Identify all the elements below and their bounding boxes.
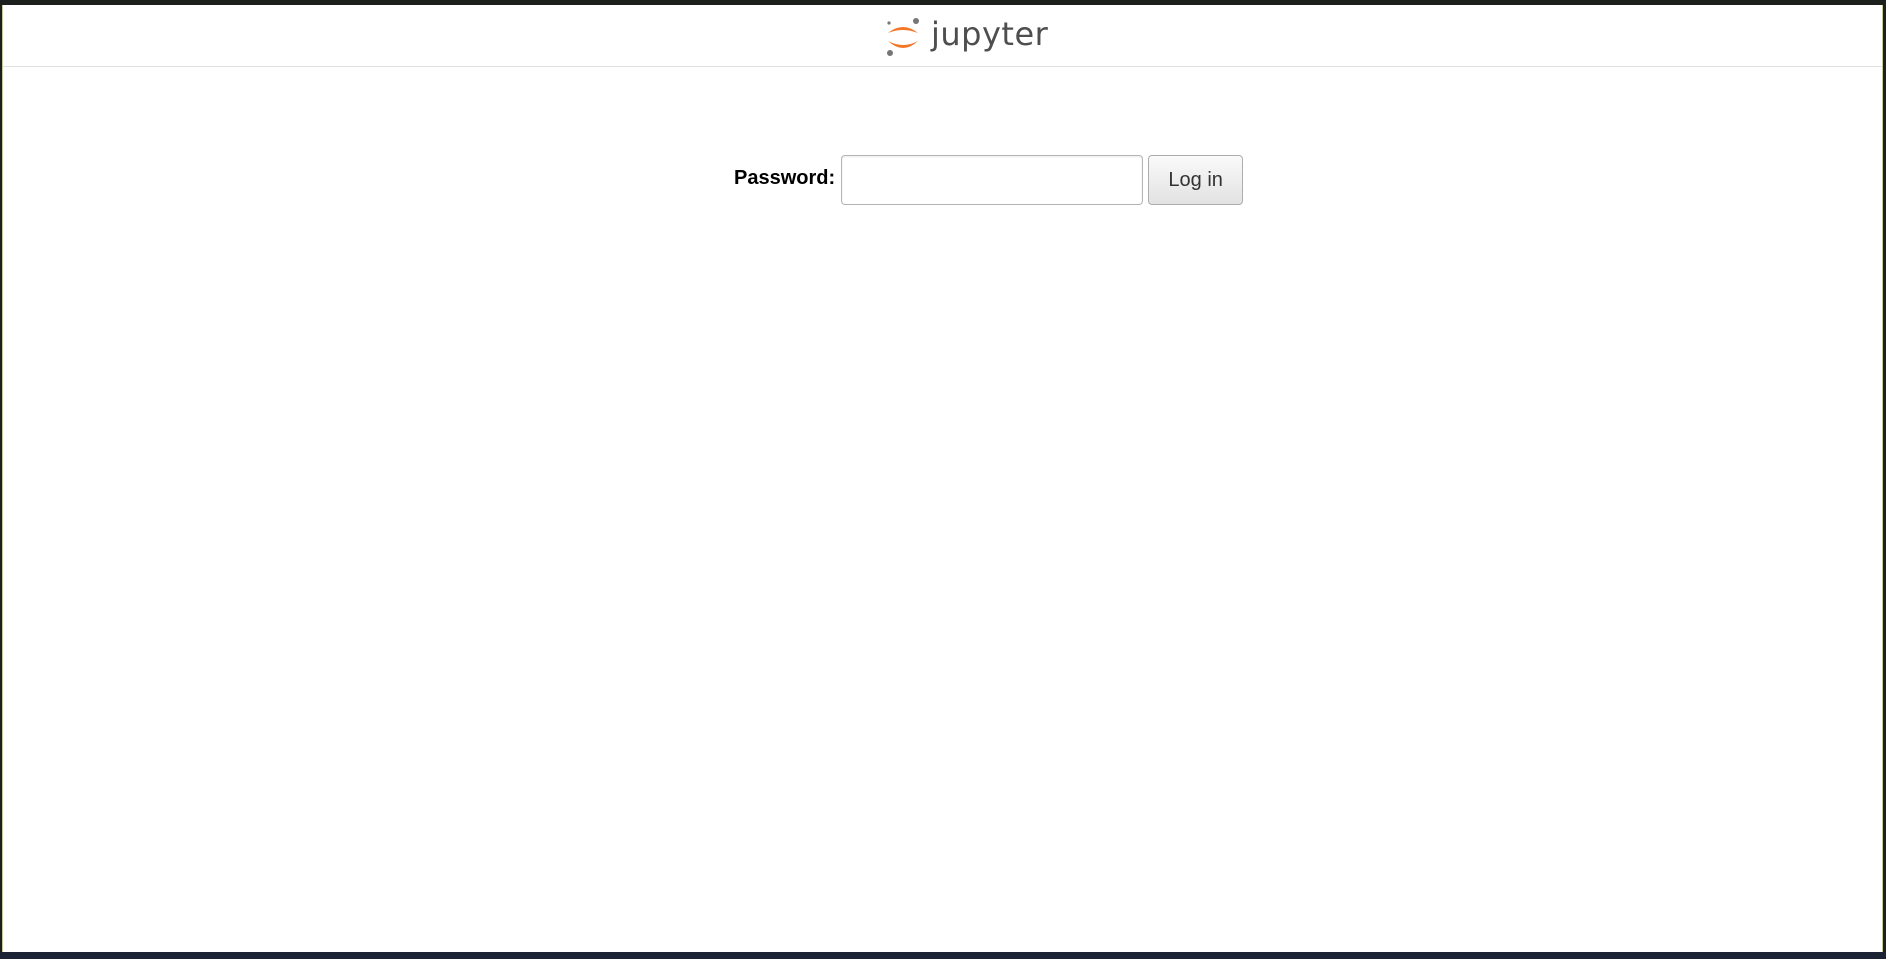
password-label: Password: — [734, 166, 836, 189]
jupyter-logo-icon — [887, 18, 919, 56]
login-form: Password: Log in — [734, 154, 1244, 206]
logo-text: jupyter — [931, 15, 1049, 53]
login-page: jupyter Password: Log in — [2, 5, 1883, 952]
header: jupyter — [3, 5, 1882, 67]
login-button[interactable]: Log in — [1148, 155, 1244, 205]
taskbar-edge — [0, 952, 1886, 959]
jupyter-logo[interactable]: jupyter — [883, 13, 1048, 59]
password-input[interactable] — [841, 155, 1144, 205]
